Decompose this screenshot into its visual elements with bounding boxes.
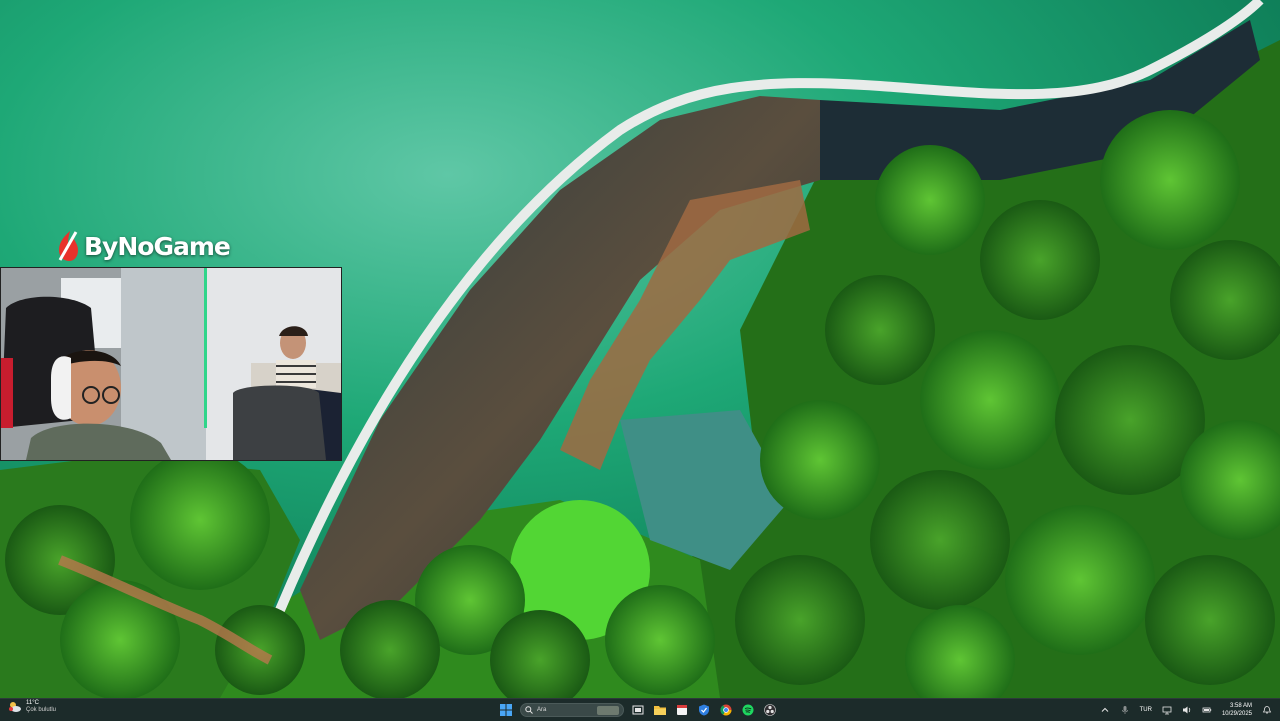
chrome-button[interactable] bbox=[718, 702, 734, 718]
windows-logo-icon bbox=[500, 704, 512, 716]
start-button[interactable] bbox=[498, 702, 514, 718]
clock-date: 10/29/2025 bbox=[1221, 711, 1252, 717]
chevron-up-icon[interactable] bbox=[1100, 705, 1110, 715]
spotify-button[interactable] bbox=[740, 702, 756, 718]
taskbar-clock[interactable]: 3:58 AM 10/29/2025 bbox=[1222, 702, 1252, 718]
file-explorer-button[interactable] bbox=[652, 702, 668, 718]
shield-icon bbox=[699, 704, 709, 716]
cloud-sun-icon bbox=[9, 702, 21, 712]
sponsor-logo: ByNoGame bbox=[56, 226, 231, 266]
notification-bell-icon[interactable] bbox=[1262, 705, 1272, 715]
folder-icon bbox=[654, 706, 666, 715]
battery-icon[interactable] bbox=[1202, 705, 1212, 715]
search-highlight-image bbox=[597, 705, 619, 715]
search-input[interactable]: Ara bbox=[520, 703, 624, 717]
obs-button[interactable] bbox=[762, 702, 778, 718]
obs-icon bbox=[764, 704, 776, 716]
webcam-feed bbox=[1, 268, 341, 460]
clock-time: 3:58 AM bbox=[1229, 703, 1252, 709]
webcam-overlay bbox=[0, 267, 342, 461]
vpn-button[interactable] bbox=[696, 702, 712, 718]
calendar-button[interactable] bbox=[674, 702, 690, 718]
task-view-icon bbox=[632, 705, 644, 715]
sponsor-name: ByNoGame bbox=[84, 231, 231, 261]
weather-condition: Çok bulutlu bbox=[26, 707, 57, 713]
weather-temperature: 11°C bbox=[26, 700, 39, 706]
network-icon[interactable] bbox=[1162, 705, 1172, 715]
task-view-button[interactable] bbox=[630, 702, 646, 718]
calendar-icon bbox=[677, 705, 687, 715]
volume-icon[interactable] bbox=[1182, 705, 1192, 715]
search-icon bbox=[525, 706, 533, 714]
search-placeholder: Ara bbox=[537, 707, 547, 713]
chrome-icon bbox=[720, 704, 732, 716]
taskbar: 11°C Çok bulutlu Ara TUR 3:58 AM 10/29/2… bbox=[0, 698, 1280, 721]
system-tray: TUR 3:58 AM 10/29/2025 bbox=[1100, 700, 1272, 720]
weather-widget[interactable]: 11°C Çok bulutlu bbox=[8, 700, 56, 714]
spotify-icon bbox=[742, 704, 754, 716]
microphone-icon[interactable] bbox=[1120, 705, 1130, 715]
language-indicator[interactable]: TUR bbox=[1140, 707, 1152, 713]
flame-icon bbox=[58, 231, 78, 261]
